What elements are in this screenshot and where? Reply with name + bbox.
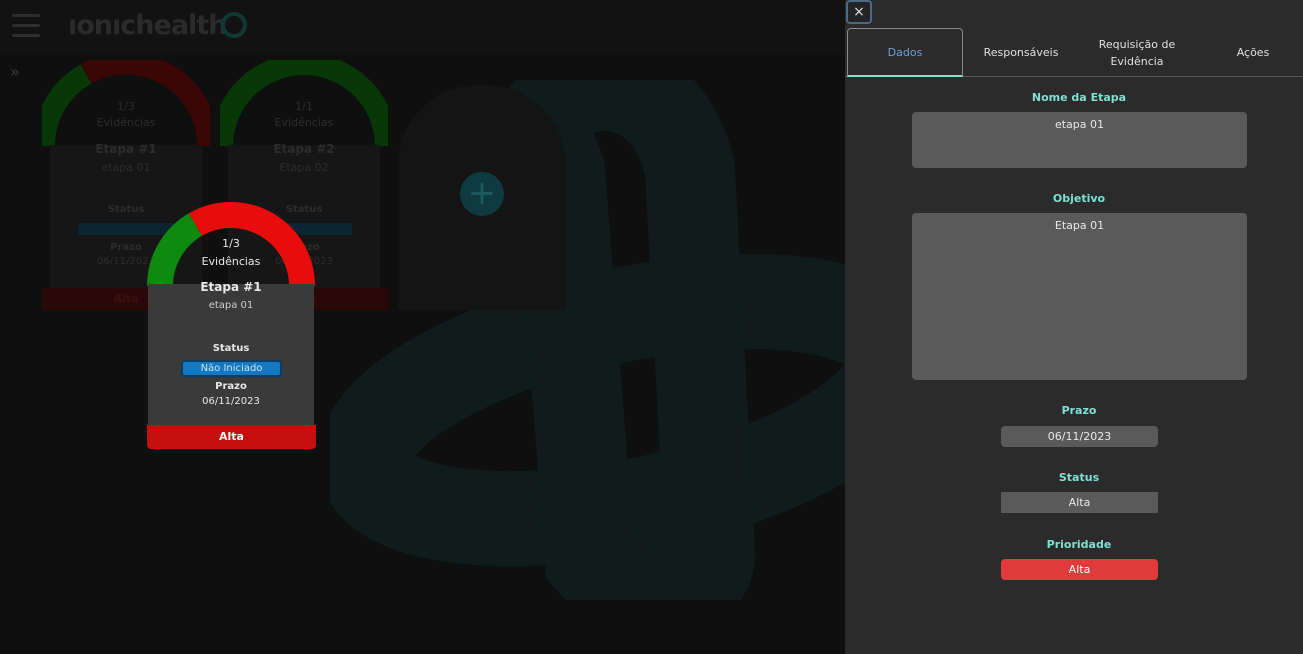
prioridade-label: Prioridade [1046, 538, 1112, 551]
status-label: Status [212, 343, 250, 354]
selected-stage-card[interactable]: 1/3 Evidências Etapa #1 etapa 01 Status … [147, 200, 317, 450]
objetivo-field[interactable]: Etapa 01 [912, 213, 1247, 380]
evidence-count: 1/3 [117, 100, 135, 113]
tab-bar: Dados Responsáveis Requisição de Evidênc… [845, 28, 1303, 77]
card-subtitle: etapa 01 [208, 300, 254, 311]
prioridade-field[interactable]: Alta [1001, 559, 1158, 580]
prazo-value: 06/11/2023 [202, 396, 260, 407]
nome-etapa-field[interactable]: etapa 01 [912, 112, 1247, 168]
app-logo: ıonıchealth [68, 10, 227, 41]
evidence-count: 1/3 [222, 237, 240, 250]
nome-etapa-label: Nome da Etapa [1031, 91, 1127, 104]
stage-details-panel: × Dados Responsáveis Requisição de Evidê… [845, 0, 1303, 654]
status-badge: Não Iniciado [181, 360, 282, 377]
sidebar-expand-icon[interactable]: » [10, 62, 20, 81]
evidence-count: 1/1 [295, 100, 313, 113]
objetivo-label: Objetivo [1052, 192, 1106, 205]
menu-icon[interactable] [12, 14, 40, 38]
status-label: Status [1058, 471, 1100, 484]
app-background: ıonıchealth » 1/3 Evidências Etapa #1 et… [0, 0, 845, 654]
card-title: Etapa #1 [200, 280, 262, 294]
card-title: Etapa #1 [95, 142, 157, 156]
card-subtitle: etapa 01 [101, 161, 151, 174]
card-title: Etapa #2 [273, 142, 335, 156]
tab-dados[interactable]: Dados [847, 28, 963, 77]
priority-footer: Alta [147, 425, 316, 449]
top-bar: ıonıchealth [0, 0, 845, 54]
card-subtitle: Etapa 02 [279, 161, 329, 174]
prazo-label: Prazo [1061, 404, 1097, 417]
tab-acoes[interactable]: Ações [1197, 28, 1303, 77]
status-field[interactable]: Alta [1001, 492, 1158, 513]
evidence-label: Evidências [201, 255, 261, 268]
evidence-label: Evidências [274, 116, 334, 129]
tab-responsaveis[interactable]: Responsáveis [965, 28, 1077, 77]
close-icon[interactable]: × [846, 0, 872, 24]
add-stage-button[interactable]: + [460, 172, 504, 216]
evidence-label: Evidências [96, 116, 156, 129]
prazo-field[interactable]: 06/11/2023 [1001, 426, 1158, 447]
tab-requisicao-evidencia[interactable]: Requisição de Evidência [1081, 28, 1193, 77]
logo-mark-icon [221, 12, 247, 38]
prazo-label: Prazo [215, 381, 247, 392]
